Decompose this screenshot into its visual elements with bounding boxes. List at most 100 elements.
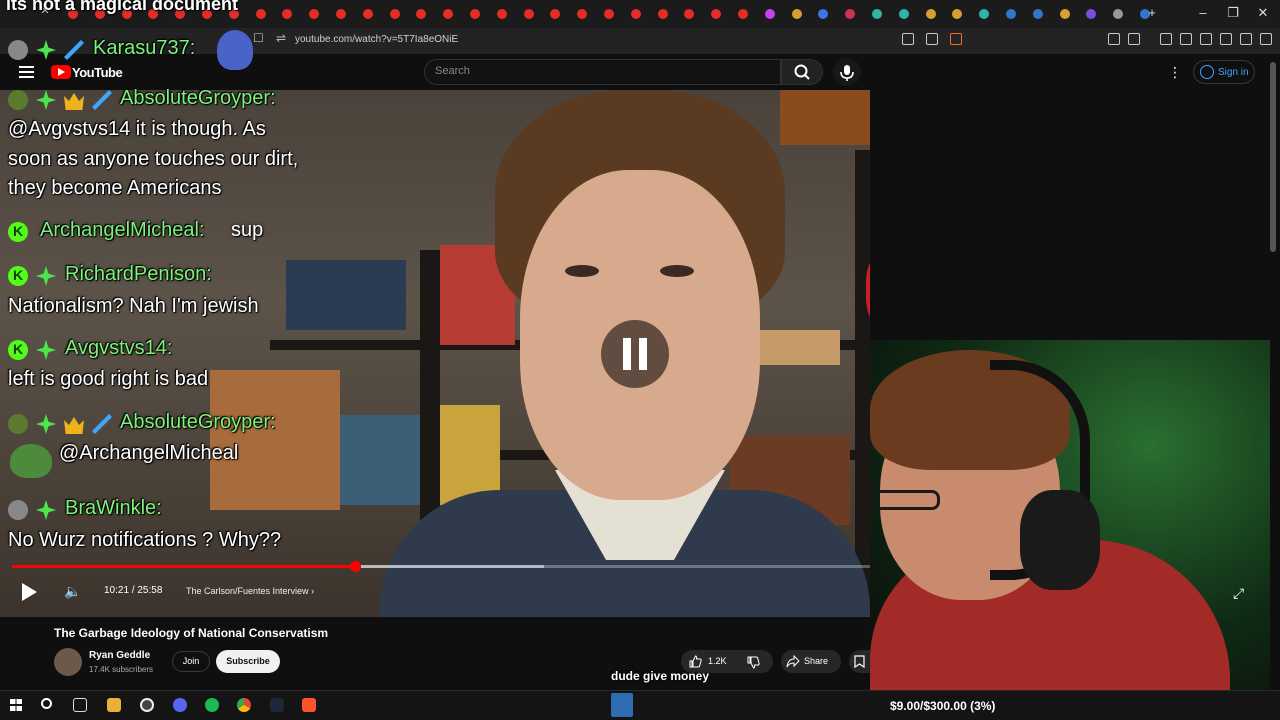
tab-favicon-icon[interactable] [523,9,534,19]
kick-badge-icon [8,266,28,286]
more-options-icon[interactable]: ⋮ [1168,64,1182,81]
window-close-icon[interactable]: ✕ [1253,5,1273,21]
tab-favicon-icon[interactable] [470,9,480,19]
start-icon[interactable] [10,699,22,711]
cast-icon[interactable] [902,33,914,45]
tab-favicon-icon[interactable] [255,9,266,19]
tab-favicon-icon[interactable] [604,9,614,19]
chrome-icon[interactable] [237,698,251,712]
hamburger-menu-icon[interactable] [19,66,34,78]
pause-indicator-icon[interactable] [601,320,669,388]
chat-username: AbsoluteGroyper: [120,411,276,433]
host-eye [565,265,599,277]
tab-favicon-icon[interactable] [872,9,882,19]
chat-message-text: its not a magical document [6,0,239,14]
task-view-icon[interactable] [73,698,87,712]
vpn-icon[interactable] [1240,33,1252,45]
tab-favicon-icon[interactable] [389,9,400,19]
expand-icon[interactable]: ⤢ [1233,585,1244,602]
chapter-button[interactable]: The Carlson/Fuentes Interview › [186,586,314,596]
channel-avatar[interactable] [54,648,82,676]
tab-favicon-icon[interactable] [791,9,802,19]
search-icon[interactable] [41,698,52,709]
extension-icon[interactable] [1128,33,1140,45]
donation-goal: $9.00/$300.00 (3%) [890,699,996,713]
sign-in-label: Sign in [1218,67,1249,78]
book [210,370,340,510]
minimize-icon[interactable]: – [1193,5,1213,20]
caption-overlay: dude give money [611,669,710,683]
url-text[interactable]: youtube.com/watch?v=5T7Ia8eONiE [295,34,458,45]
menu-icon[interactable] [1260,33,1272,45]
tab-favicon-icon[interactable] [925,9,936,19]
subscribe-button[interactable]: Subscribe [216,650,280,673]
chat-message-text: No Wurz notifications ? Why?? [8,529,282,551]
chat-message-text: left is good right is bad [8,368,209,390]
sign-in-button[interactable]: Sign in [1193,60,1255,84]
extension-icon[interactable] [1108,33,1120,45]
voice-search-button[interactable] [833,58,861,86]
share-icon [786,655,800,668]
thumbs-up-icon[interactable] [689,655,702,668]
streamer-webcam [870,340,1270,690]
tab-favicon-icon[interactable] [496,9,507,19]
chat-message-text: they become Americans [8,177,222,199]
brave-shield-icon[interactable] [950,33,962,45]
tab-favicon-icon[interactable] [362,9,373,19]
tab-favicon-icon[interactable] [1006,9,1016,19]
search-button[interactable] [781,59,823,85]
kick-badge-icon [8,340,28,360]
tab-favicon-icon[interactable] [630,9,641,19]
channel-name[interactable]: Ryan Geddle [89,650,150,661]
tab-favicon-icon[interactable] [738,9,748,19]
new-tab-icon[interactable]: + [1142,5,1162,20]
join-button[interactable]: Join [172,651,210,672]
turtle-badge-icon [8,414,28,434]
tab-favicon-icon[interactable] [336,9,346,19]
sidebar-icon[interactable] [1180,33,1192,45]
restore-icon[interactable]: ❐ [1223,5,1243,21]
tab-favicon-icon[interactable] [657,9,668,19]
media-icon[interactable] [1160,33,1172,45]
leo-icon[interactable] [1220,33,1232,45]
headphone-earcup [1020,490,1100,590]
chat-message-text: @Avgvstvs14 it is though. As [8,118,266,140]
spotify-icon[interactable] [205,698,219,712]
file-explorer-icon[interactable] [107,698,121,712]
tab-favicon-icon[interactable] [1059,9,1070,19]
tab-favicon-icon[interactable] [764,9,775,19]
youtube-logo-icon[interactable] [51,65,71,79]
tab-favicon-icon[interactable] [898,9,909,19]
youtube-wordmark[interactable]: YouTube [72,65,123,80]
save-button[interactable] [849,650,870,673]
site-info-icon[interactable]: ⇌ [276,31,286,45]
tab-favicon-icon[interactable] [1032,9,1043,19]
chat-message-text: soon as anyone touches our dirt, [8,148,299,170]
discord-icon[interactable] [173,698,187,712]
share-label: Share [804,656,829,666]
steam-icon[interactable] [270,698,284,712]
book [286,260,406,330]
host-eye [660,265,694,277]
bookmark-icon[interactable]: ☐ [253,31,264,45]
kick-badge-icon [8,222,28,242]
page-scrollbar[interactable] [1270,62,1276,252]
search-input[interactable] [424,59,781,85]
active-taskbar-app[interactable] [611,693,633,717]
obs-icon[interactable] [140,698,154,712]
chat-username: BraWinkle: [65,497,162,519]
thumbs-down-icon[interactable] [747,656,760,669]
chat-username: Avgvstvs14: [65,337,173,359]
wallet-icon[interactable] [1200,33,1212,45]
volume-icon[interactable]: 🔈 [64,583,81,600]
avatar-badge-icon [8,40,28,60]
save-icon [854,655,865,668]
chat-username: RichardPenison: [65,263,212,285]
share-page-icon[interactable] [926,33,938,45]
avatar-badge-icon [8,500,28,520]
brave-icon[interactable] [302,698,316,712]
play-icon[interactable] [22,583,37,601]
taskbar [0,690,1280,720]
chat-username: ArchangelMicheal: [40,219,205,241]
search-placeholder: Search [435,65,470,77]
